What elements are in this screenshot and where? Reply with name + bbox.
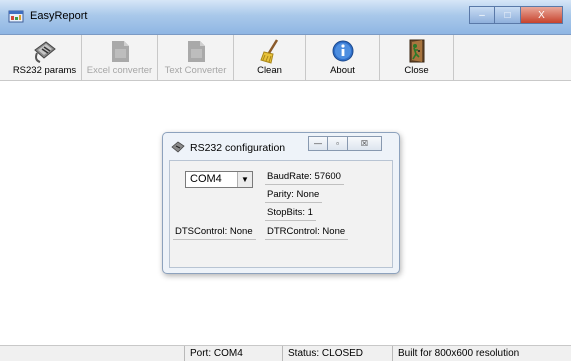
- app-icon: [8, 10, 24, 23]
- maximize-icon: □: [504, 9, 511, 21]
- status-port: Port: COM4: [184, 346, 243, 361]
- rs232-params-button[interactable]: RS232 params: [8, 35, 82, 81]
- toolbar: RS232 params Excel converter Text Conver…: [0, 35, 571, 81]
- status-resolution: Built for 800x600 resolution: [392, 346, 519, 361]
- dialog-minimize-button[interactable]: —: [308, 136, 328, 151]
- clean-button[interactable]: Clean: [234, 35, 306, 81]
- dialog-titlebar[interactable]: RS232 configuration — ▫ ☒: [163, 133, 399, 159]
- close-window-button[interactable]: X: [521, 6, 563, 24]
- close-app-button[interactable]: Close: [380, 35, 454, 81]
- parity-label: Parity: None: [265, 188, 323, 203]
- document-icon: [187, 41, 205, 62]
- text-converter-label: Text Converter: [164, 65, 227, 76]
- about-label: About: [330, 65, 355, 76]
- statusbar: Port: COM4 Status: CLOSED Built for 800x…: [0, 345, 571, 361]
- excel-converter-label: Excel converter: [86, 65, 153, 76]
- clean-label: Clean: [257, 65, 282, 76]
- chevron-down-icon[interactable]: ▼: [237, 172, 252, 187]
- baud-rate-label: BaudRate: 57600: [265, 170, 344, 185]
- rs232-params-label: RS232 params: [12, 65, 77, 76]
- rs232-config-dialog: RS232 configuration — ▫ ☒ COM4 ▼ BaudRat…: [162, 132, 400, 274]
- dialog-close-button[interactable]: ☒: [348, 136, 382, 151]
- minimize-icon: —: [314, 139, 322, 148]
- window-caption-buttons: – □ X: [469, 6, 563, 24]
- close-app-label: Close: [404, 65, 429, 76]
- status-connection: Status: CLOSED: [282, 346, 363, 361]
- info-icon: [332, 40, 353, 62]
- document-icon: [111, 41, 129, 62]
- dialog-content: COM4 ▼ BaudRate: 57600 Parity: None Stop…: [169, 160, 393, 268]
- excel-converter-button[interactable]: Excel converter: [82, 35, 158, 81]
- door-exit-icon: [409, 39, 424, 63]
- port-select-value: COM4: [190, 173, 222, 185]
- window-title: EasyReport: [30, 10, 88, 22]
- minimize-icon: –: [479, 9, 485, 21]
- dialog-title: RS232 configuration: [190, 142, 286, 154]
- dts-control-label: DTSControl: None: [173, 225, 256, 240]
- main-titlebar[interactable]: EasyReport – □ X: [0, 0, 571, 35]
- close-icon: ☒: [360, 139, 369, 148]
- minimize-button[interactable]: –: [469, 6, 495, 24]
- text-converter-button[interactable]: Text Converter: [158, 35, 234, 81]
- dtr-control-label: DTRControl: None: [265, 225, 349, 240]
- maximize-icon: ▫: [336, 139, 339, 148]
- close-icon: X: [538, 9, 545, 21]
- serial-connector-icon: [171, 141, 185, 153]
- serial-connector-icon: [33, 41, 56, 63]
- maximize-button[interactable]: □: [495, 6, 521, 24]
- stop-bits-label: StopBits: 1: [265, 206, 316, 221]
- about-button[interactable]: About: [306, 35, 380, 81]
- dialog-caption-buttons: — ▫ ☒: [308, 136, 382, 151]
- port-select[interactable]: COM4 ▼: [185, 171, 253, 188]
- dialog-maximize-button[interactable]: ▫: [328, 136, 348, 151]
- broom-icon: [259, 39, 278, 64]
